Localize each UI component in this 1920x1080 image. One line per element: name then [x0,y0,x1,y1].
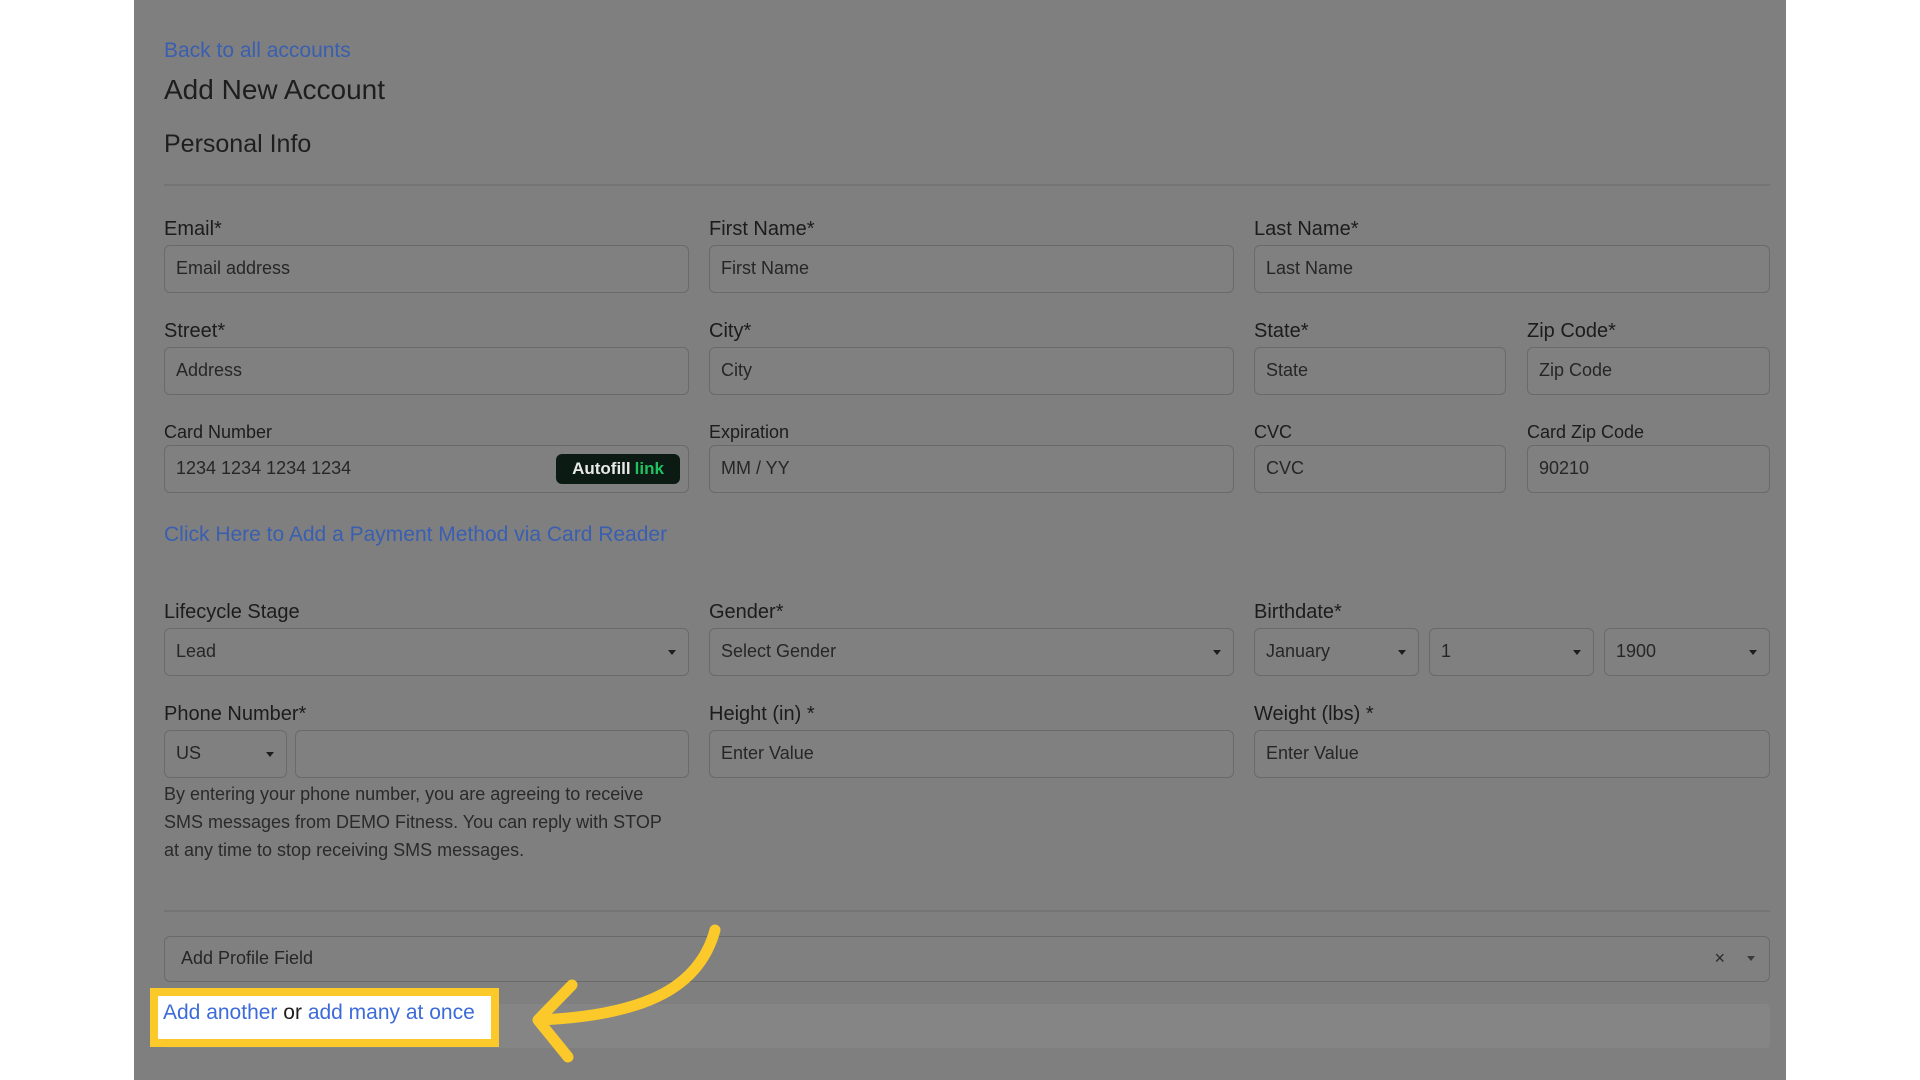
chevron-down-icon [1573,650,1581,655]
birthdate-label: Birthdate* [1254,601,1342,623]
highlight-box: Add another or add many at once [150,988,499,1047]
zip-code-field[interactable]: Zip Code [1527,347,1770,395]
birth-year-value: 1900 [1616,641,1657,661]
card-zip-field[interactable]: 90210 [1527,445,1770,493]
card-number-value: 1234 1234 1234 1234 [176,458,352,478]
gender-value: Select Gender [721,641,837,661]
card-number-field[interactable]: 1234 1234 1234 1234 Autofill link [164,445,689,493]
street-field[interactable]: Address [164,347,689,395]
divider-bottom [164,910,1770,912]
link-brand-text: link [634,459,664,478]
lifecycle-stage-label: Lifecycle Stage [164,601,300,623]
height-label: Height (in) * [709,703,815,725]
divider-top [164,184,1770,186]
pointer-arrow-icon [532,924,721,1063]
card-number-label: Card Number [164,422,273,442]
birth-day-value: 1 [1441,641,1452,661]
birth-month-select[interactable]: January [1254,628,1419,676]
sms-consent-text: By entering your phone number, you are a… [164,780,662,864]
zip-code-label: Zip Code* [1527,320,1616,342]
add-profile-field-select[interactable]: Add Profile Field × [164,936,1770,982]
last-name-label: Last Name* [1254,218,1359,240]
or-text: or [283,1001,302,1024]
height-field[interactable]: Enter Value [709,730,1234,778]
card-zip-label: Card Zip Code [1527,422,1645,442]
street-label: Street* [164,320,226,342]
chevron-down-icon [1213,650,1221,655]
cvc-field[interactable]: CVC [1254,445,1506,493]
add-another-link[interactable]: Add another [163,1001,277,1024]
chevron-down-icon[interactable] [1747,956,1755,961]
autofill-text: Autofill [572,459,631,478]
expiration-label: Expiration [709,422,790,442]
chevron-down-icon [266,752,274,757]
lifecycle-stage-select[interactable]: Lead [164,628,689,676]
gender-label: Gender* [709,601,784,623]
gender-select[interactable]: Select Gender [709,628,1234,676]
add-profile-field-placeholder: Add Profile Field [181,948,314,968]
city-field[interactable]: City [709,347,1234,395]
expiration-field[interactable]: MM / YY [709,445,1234,493]
state-field[interactable]: State [1254,347,1506,395]
phone-country-select[interactable]: US [164,730,287,778]
clear-icon[interactable]: × [1714,937,1725,980]
city-label: City* [709,320,752,342]
chevron-down-icon [1398,650,1406,655]
birth-day-select[interactable]: 1 [1429,628,1594,676]
first-name-field[interactable]: First Name [709,245,1234,293]
email-label: Email* [164,218,222,240]
add-another-text: Add another or add many at once [163,1001,475,1025]
last-name-field[interactable]: Last Name [1254,245,1770,293]
weight-field[interactable]: Enter Value [1254,730,1770,778]
phone-number-label: Phone Number* [164,703,307,725]
state-label: State* [1254,320,1309,342]
first-name-label: First Name* [709,218,815,240]
chevron-down-icon [668,650,676,655]
chevron-down-icon [1749,650,1757,655]
autofill-link-button[interactable]: Autofill link [556,454,680,484]
back-to-accounts-link[interactable]: Back to all accounts [164,39,351,63]
page-title: Add New Account [164,74,386,105]
cvc-label: CVC [1254,422,1293,442]
sms-consent-line: By entering your phone number, you are a… [164,784,644,804]
sms-consent-line: SMS messages from DEMO Fitness. You can … [164,812,662,832]
section-title: Personal Info [164,130,312,158]
card-reader-link[interactable]: Click Here to Add a Payment Method via C… [164,523,667,547]
sms-consent-line: at any time to stop receiving SMS messag… [164,840,525,860]
phone-country-value: US [176,743,202,763]
add-many-link[interactable]: add many at once [308,1001,475,1024]
lifecycle-stage-value: Lead [176,641,217,661]
email-field[interactable]: Email address [164,245,689,293]
birth-year-select[interactable]: 1900 [1604,628,1770,676]
birth-month-value: January [1266,641,1331,661]
weight-label: Weight (lbs) * [1254,703,1374,725]
phone-number-field[interactable] [295,730,689,778]
account-form-panel: Back to all accounts Add New Account Per… [134,0,1786,1080]
